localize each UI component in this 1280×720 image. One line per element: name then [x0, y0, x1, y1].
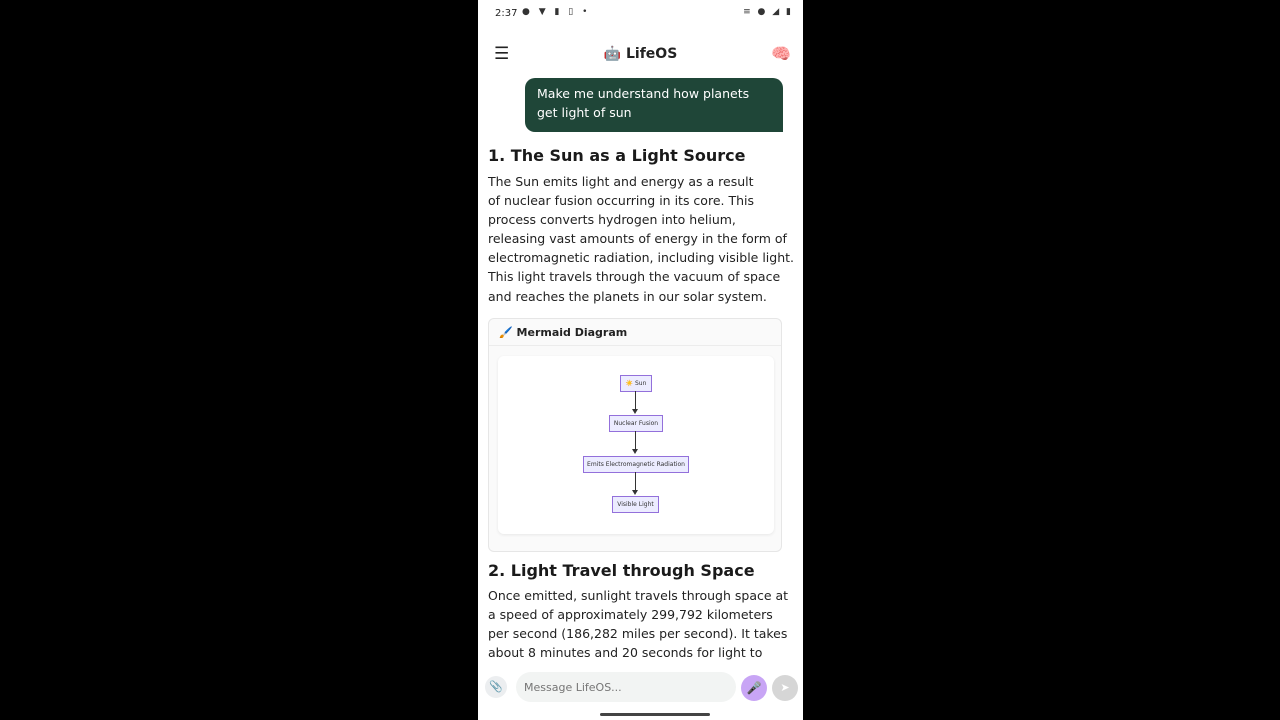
diagram-node-visible-light: Visible Light [612, 496, 659, 513]
divider [489, 345, 781, 346]
user-message-bubble: Make me understand how planets get light… [525, 78, 783, 132]
paragraph-line: The Sun emits light and energy as a resu… [488, 174, 754, 189]
paragraph-line: per second (186,282 miles per second). I… [488, 626, 788, 642]
chat-thread[interactable]: Make me understand how planets get light… [478, 76, 803, 666]
paragraph-line: and reaches the planets in our solar sys… [488, 288, 767, 304]
diagram-node-sun: ☀️ Sun [620, 375, 652, 392]
send-icon: ➤ [780, 681, 790, 694]
paperclip-icon: 📎 [489, 680, 503, 693]
system-icons: ≡ ● ◢ ▮ [743, 7, 793, 17]
paragraph-line: a speed of approximately 299,792 kilomet… [488, 607, 773, 623]
message-input[interactable] [516, 672, 736, 702]
diagram-header-label: Mermaid Diagram [516, 326, 628, 339]
message-composer: 📎 🎤 ➤ [478, 668, 803, 706]
voice-button[interactable]: 🎤 [741, 675, 767, 701]
section-paragraph-sun-light-source: The Sun emits light and energy as a resu… [488, 172, 795, 306]
section-heading-light-travel: 2. Light Travel through Space [488, 561, 755, 580]
diagram-edge [635, 431, 636, 449]
paragraph-line: Once emitted, sunlight travels through s… [488, 588, 789, 603]
section-heading-sun-light-source: 1. The Sun as a Light Source [488, 146, 746, 165]
paragraph-line: releasing vast amounts of energy in the … [488, 231, 787, 247]
attach-button[interactable]: 📎 [485, 676, 507, 698]
status-bar: 2:37 ● ▼ ▮ ▯ • ≡ ● ◢ ▮ [478, 0, 803, 30]
status-time: 2:37 [495, 8, 518, 19]
home-indicator[interactable] [600, 713, 710, 716]
paragraph-line: of nuclear fusion occurring in its core.… [488, 193, 754, 209]
paintbrush-icon: 🖌️ [499, 326, 513, 339]
arrowhead [632, 409, 638, 414]
paragraph-line: This light travels through the vacuum of… [488, 269, 781, 285]
section-paragraph-light-travel: Once emitted, sunlight travels through s… [488, 586, 788, 662]
mermaid-diagram-card: 🖌️ Mermaid Diagram ☀️ Sun Nuclear Fusion… [488, 318, 782, 552]
paragraph-line: process converts hydrogen into helium, [488, 212, 736, 228]
send-button[interactable]: ➤ [772, 675, 798, 701]
brain-icon[interactable]: 🧠 [771, 44, 791, 63]
paragraph-line: about 8 minutes and 20 seconds for light… [488, 645, 763, 661]
paragraph-line: electromagnetic radiation, including vis… [488, 250, 795, 266]
diagram-header: 🖌️ Mermaid Diagram [499, 326, 627, 339]
arrowhead [632, 449, 638, 454]
diagram-edge [635, 472, 636, 490]
diagram-edge [635, 391, 636, 409]
app-header: ☰ 🤖 LifeOS 🧠 [478, 38, 803, 74]
app-title: 🤖 LifeOS [603, 46, 678, 62]
diagram-canvas[interactable]: ☀️ Sun Nuclear Fusion Emits Electromagne… [498, 356, 774, 534]
diagram-node-emits-radiation: Emits Electromagnetic Radiation [583, 456, 689, 473]
notification-icons: ● ▼ ▮ ▯ • [522, 7, 591, 17]
arrowhead [632, 490, 638, 495]
phone-screen: 2:37 ● ▼ ▮ ▯ • ≡ ● ◢ ▮ ☰ 🤖 LifeOS 🧠 Make… [478, 0, 803, 720]
microphone-icon: 🎤 [746, 681, 762, 695]
diagram-node-nuclear-fusion: Nuclear Fusion [609, 415, 663, 432]
